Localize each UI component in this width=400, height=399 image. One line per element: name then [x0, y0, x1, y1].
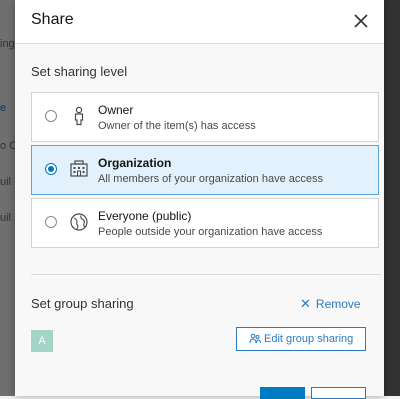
- organization-radio[interactable]: [45, 163, 57, 175]
- save-button[interactable]: [260, 387, 305, 399]
- public-radio[interactable]: [45, 216, 57, 228]
- sharing-option-owner[interactable]: Owner Owner of the item(s) has access: [31, 92, 379, 142]
- close-icon: ✕: [300, 296, 311, 311]
- sharing-option-organization[interactable]: Organization All members of your organiz…: [31, 145, 379, 195]
- edit-group-sharing-label: Edit group sharing: [264, 333, 354, 345]
- owner-radio[interactable]: [45, 110, 57, 122]
- close-button[interactable]: [350, 10, 372, 32]
- cancel-button[interactable]: [311, 387, 366, 399]
- option-description: Owner of the item(s) has access: [98, 120, 256, 132]
- group-edit-icon: [249, 333, 261, 344]
- remove-label: Remove: [315, 297, 361, 311]
- group-sharing-label: Set group sharing: [31, 296, 134, 311]
- person-icon: [74, 106, 84, 126]
- option-title: Owner: [98, 103, 134, 117]
- globe-icon: [70, 213, 88, 231]
- sharing-option-public[interactable]: Everyone (public) People outside your or…: [31, 198, 379, 248]
- option-title: Everyone (public): [98, 209, 192, 223]
- share-dialog: Share Set sharing level Owner Owner of t…: [15, 0, 384, 399]
- section-divider: [31, 274, 381, 275]
- group-avatar[interactable]: A: [31, 330, 53, 352]
- close-icon: [354, 14, 368, 28]
- dialog-header: Share: [15, 0, 384, 44]
- sharing-level-label: Set sharing level: [31, 64, 128, 79]
- organization-icon: [70, 160, 88, 177]
- edit-group-sharing-button[interactable]: Edit group sharing: [236, 327, 366, 351]
- option-title: Organization: [98, 156, 172, 170]
- remove-button[interactable]: ✕ Remove: [300, 296, 361, 312]
- dialog-title: Share: [31, 11, 74, 28]
- option-description: All members of your organization have ac…: [98, 173, 323, 185]
- option-description: People outside your organization have ac…: [98, 226, 323, 238]
- modal-scrim-edge: [384, 0, 400, 396]
